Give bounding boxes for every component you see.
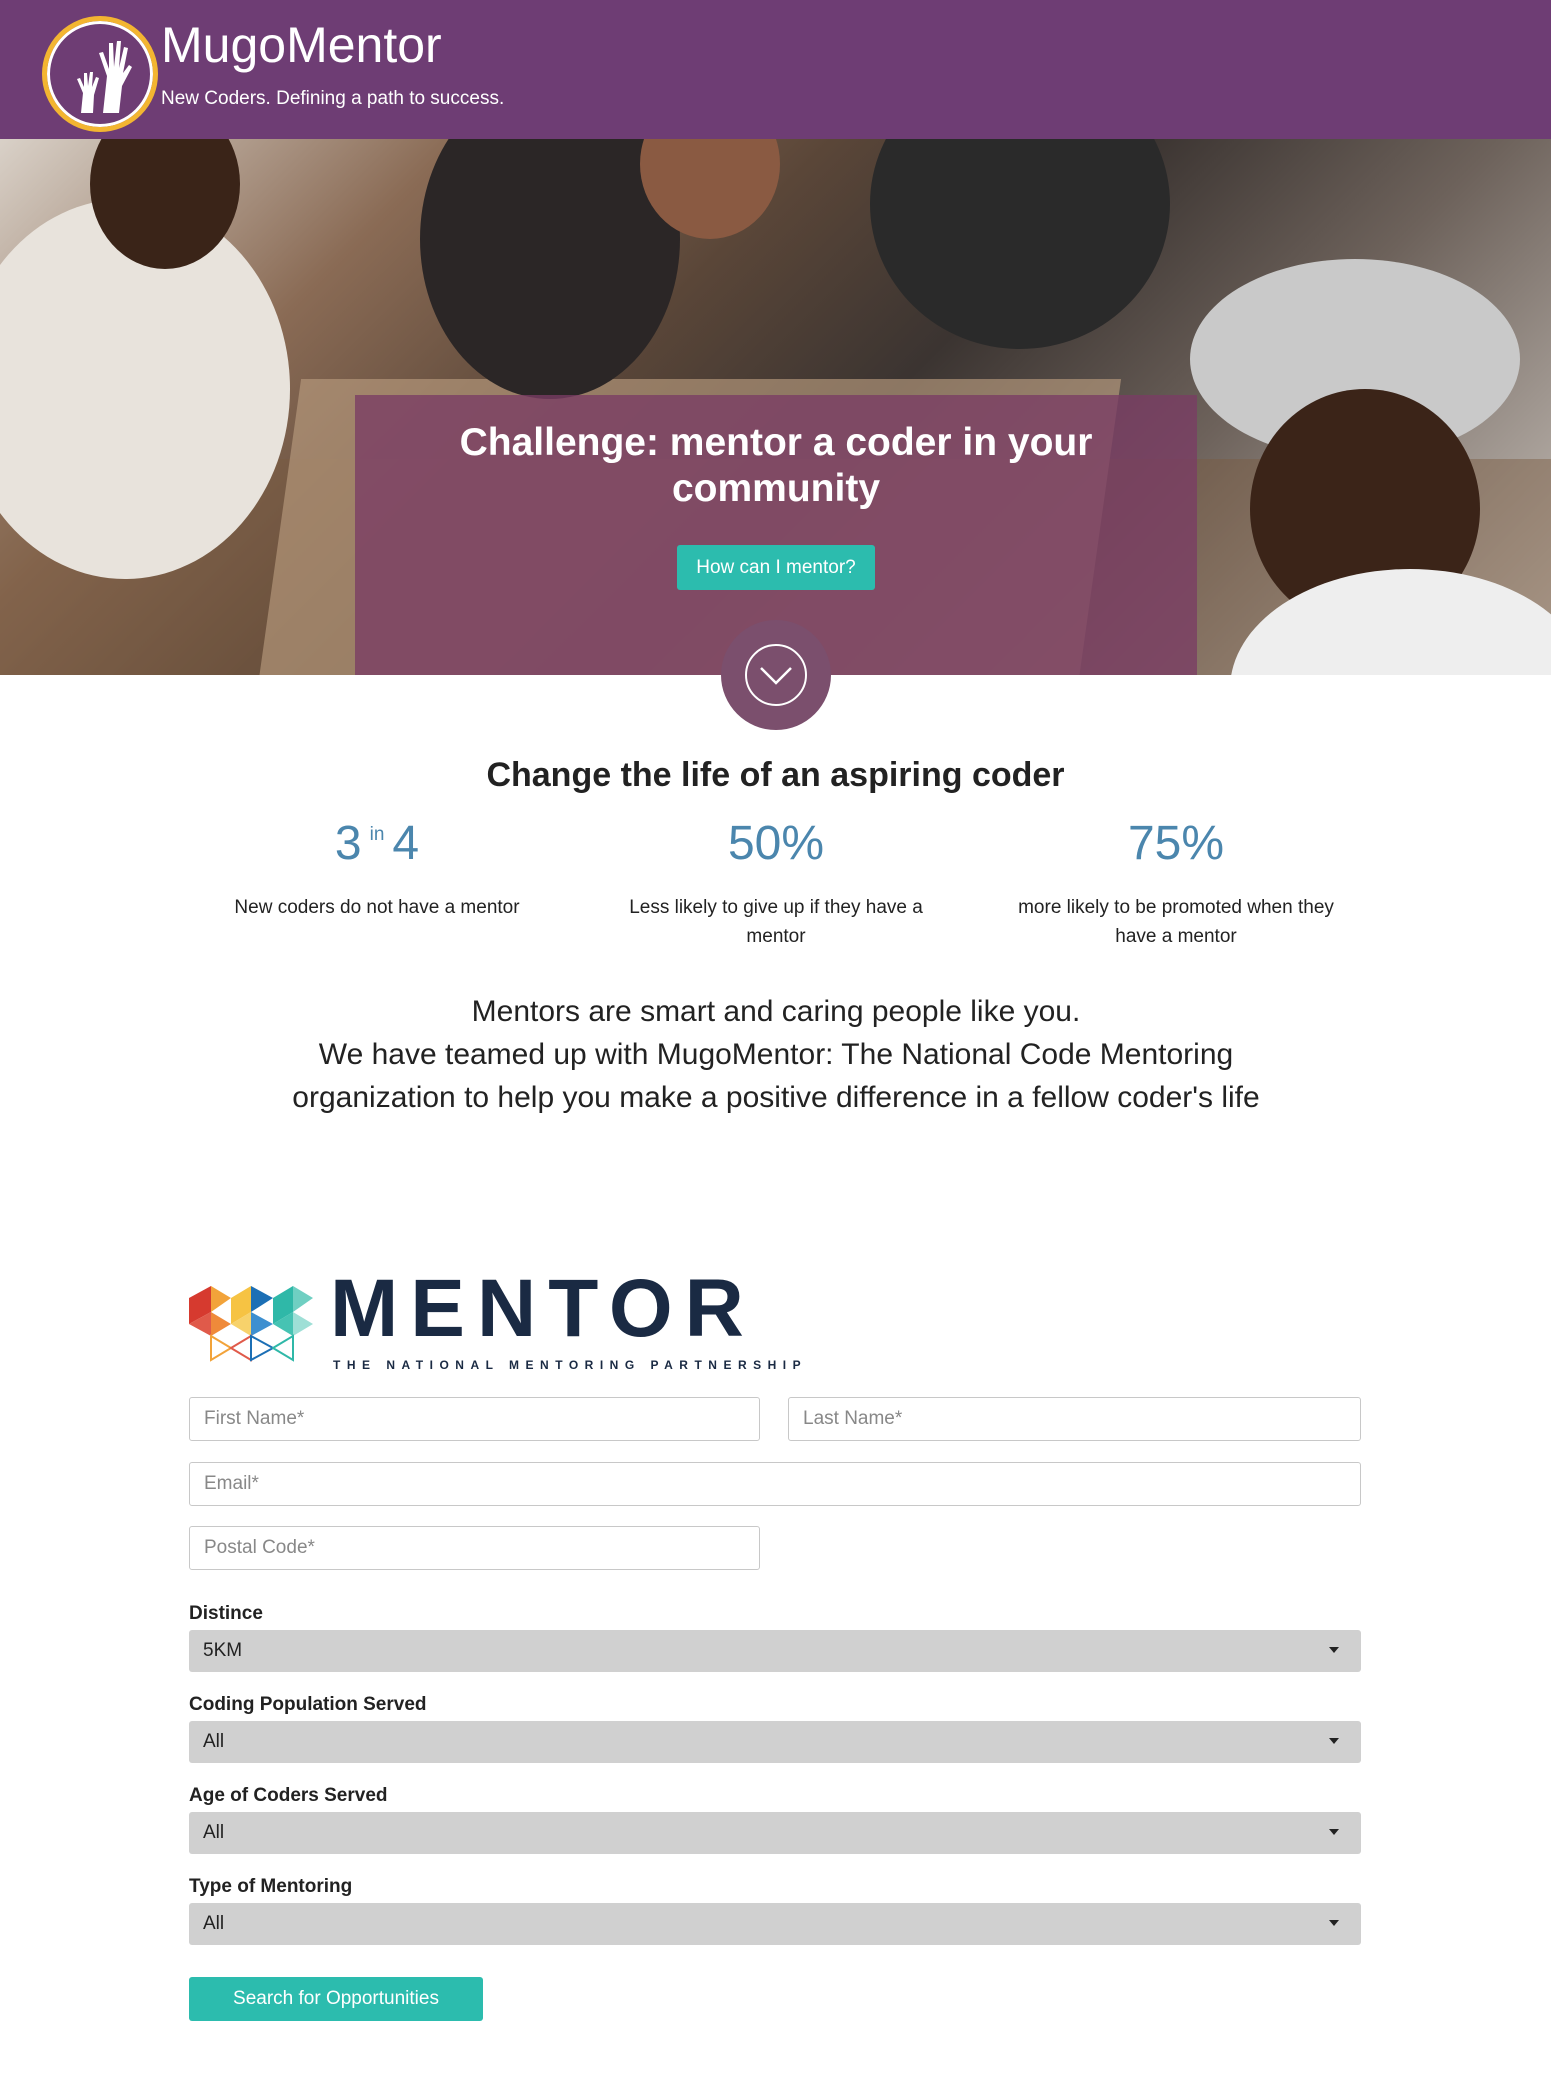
age-label: Age of Coders Served [189, 1785, 388, 1806]
age-select-value: All [203, 1822, 225, 1843]
brand-name[interactable]: MugoMentor [161, 18, 442, 73]
how-can-i-mentor-button[interactable]: How can I mentor? [677, 545, 875, 590]
raised-hands-icon [77, 41, 132, 113]
email-field[interactable]: Email* [189, 1462, 1361, 1506]
stat-2: 50% Less likely to give up if they have … [596, 815, 956, 951]
mission-line-2: We have teamed up with MugoMentor: The N… [292, 1038, 1260, 1114]
age-select[interactable]: All [189, 1812, 1361, 1854]
mentor-partner-logo-icon [189, 1286, 313, 1362]
caret-down-icon [1329, 1920, 1339, 1926]
stat-3: 75% more likely to be promoted when they… [996, 815, 1356, 951]
mentor-wordmark: MENTOR [330, 1263, 756, 1354]
mentor-subtitle: THE NATIONAL MENTORING PARTNERSHIP [333, 1358, 808, 1372]
postal-code-field[interactable]: Postal Code* [189, 1526, 760, 1570]
last-name-field[interactable]: Last Name* [788, 1397, 1361, 1441]
caret-down-icon [1329, 1829, 1339, 1835]
stat-1: 3 in 4 New coders do not have a mentor [197, 815, 557, 922]
mugomentor-logo[interactable] [42, 16, 158, 132]
stat-1-desc: New coders do not have a mentor [234, 897, 520, 918]
population-select[interactable]: All [189, 1721, 1361, 1763]
stat-1-value: 3 in 4 [197, 815, 557, 873]
distance-label: Distince [189, 1603, 263, 1624]
mentoring-type-label: Type of Mentoring [189, 1876, 353, 1897]
distance-select[interactable]: 5KM [189, 1630, 1361, 1672]
hero-person-right-top [870, 139, 1170, 349]
search-opportunities-button[interactable]: Search for Opportunities [189, 1977, 483, 2021]
mission-text: Mentors are smart and caring people like… [270, 990, 1282, 1119]
site-header: MugoMentor New Coders. Defining a path t… [0, 0, 1551, 139]
hero-title: Challenge: mentor a coder in your commun… [459, 421, 1093, 510]
mentoring-type-select[interactable]: All [189, 1903, 1361, 1945]
stat-1-value-mid: in [369, 824, 385, 845]
stat-1-value-b: 4 [392, 817, 420, 870]
stat-2-value: 50% [727, 817, 825, 870]
stat-1-value-a: 3 [334, 817, 362, 870]
mission-line-1: Mentors are smart and caring people like… [471, 995, 1081, 1028]
scroll-down-button[interactable] [721, 620, 831, 730]
stat-3-desc: more likely to be promoted when they hav… [1018, 897, 1334, 947]
first-name-field[interactable]: First Name* [189, 1397, 760, 1441]
population-select-value: All [203, 1731, 225, 1752]
mentoring-type-select-value: All [203, 1913, 225, 1934]
stat-3-value: 75% [1127, 817, 1225, 870]
population-label: Coding Population Served [189, 1694, 427, 1715]
caret-down-icon [1329, 1738, 1339, 1744]
stats-headline: Change the life of an aspiring coder [486, 756, 1065, 794]
chevron-down-icon [745, 644, 807, 706]
distance-select-value: 5KM [203, 1640, 243, 1661]
caret-down-icon [1329, 1647, 1339, 1653]
stat-2-desc: Less likely to give up if they have a me… [629, 897, 923, 947]
brand-tagline: New Coders. Defining a path to success. [161, 88, 505, 109]
